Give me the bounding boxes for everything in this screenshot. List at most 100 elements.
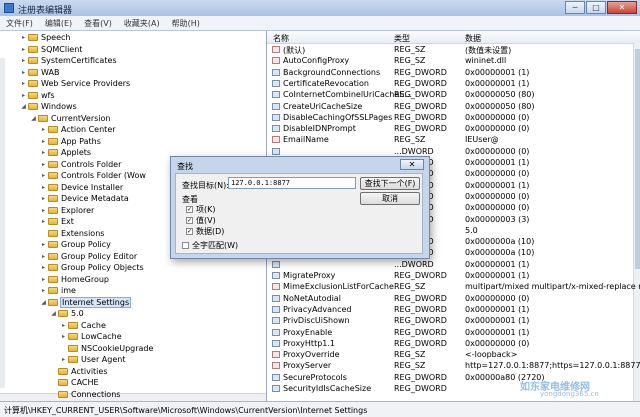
menu-file[interactable]: 文件(F) — [0, 16, 39, 30]
match-whole-string-checkbox[interactable]: 全字匹配(W) — [182, 241, 238, 250]
minimize-button[interactable]: ─ — [565, 1, 585, 14]
value-row[interactable]: ProxyOverride REG_SZ <-loopback> — [267, 349, 632, 360]
tree-expander-icon[interactable]: ▸ — [40, 161, 47, 168]
tree-node[interactable]: ▸ WAB — [20, 67, 59, 78]
tree-node[interactable]: ▸ Speech — [20, 32, 70, 43]
tree-node[interactable]: ◢ CurrentVersion — [30, 113, 110, 124]
tree-node[interactable]: ▸ ime — [40, 285, 76, 296]
tree-expander-icon[interactable]: ◢ — [20, 103, 27, 110]
tree-node[interactable]: ▸ SystemCertificates — [20, 55, 117, 66]
tree-expander-icon[interactable]: ▸ — [40, 287, 47, 294]
tree-node[interactable]: ▸ Device Metadata — [40, 193, 129, 204]
tree-node[interactable]: ▸ Controls Folder — [40, 159, 121, 170]
tree-expander-icon[interactable]: ▸ — [40, 276, 47, 283]
tree-node[interactable]: ▸ Device Installer — [40, 182, 123, 193]
tree-horizontal-scrollbar[interactable] — [0, 393, 266, 401]
values-checkbox[interactable]: ✓ 值(V) — [186, 216, 216, 225]
column-data[interactable]: 数据 — [465, 33, 481, 44]
tree-node[interactable]: ▸ Action Center — [40, 124, 116, 135]
tree-node[interactable]: ▸ Applets — [40, 147, 91, 158]
value-row[interactable]: ...DWORD 0x00000001 (1) — [267, 259, 632, 270]
value-row[interactable]: DisableIDNPrompt REG_DWORD 0x00000000 (0) — [267, 123, 632, 134]
find-what-input[interactable]: 127.0.0.1:8877 — [228, 177, 356, 189]
tree-expander-icon[interactable]: ▸ — [40, 184, 47, 191]
column-name[interactable]: 名称 — [273, 33, 289, 44]
tree-node[interactable]: ▸ Controls Folder (Wow — [40, 170, 146, 181]
value-row[interactable]: DisableCachingOfSSLPages REG_DWORD 0x00000… — [267, 112, 632, 123]
value-row[interactable]: PrivacyAdvanced REG_DWORD 0x00000001 (1) — [267, 304, 632, 315]
menu-help[interactable]: 帮助(H) — [166, 16, 206, 30]
tree-node[interactable]: ▸ User Agent — [60, 354, 125, 365]
value-row[interactable]: ProxyEnable REG_DWORD 0x00000001 (1) — [267, 327, 632, 338]
tree-node[interactable]: ▸ Group Policy — [40, 239, 111, 250]
value-row[interactable]: NoNetAutodial REG_DWORD 0x00000000 (0) — [267, 293, 632, 304]
tree-node[interactable]: ▸ Group Policy Editor — [40, 251, 137, 262]
tree-node[interactable]: ▸ HomeGroup — [40, 274, 109, 285]
menu-edit[interactable]: 编辑(E) — [39, 16, 78, 30]
value-row[interactable]: ProxyServer REG_SZ http=127.0.0.1:8877;htt… — [267, 360, 640, 371]
value-row[interactable]: MimeExclusionListForCache REG_SZ multipart… — [267, 281, 640, 292]
tree-node[interactable]: ▸ SQMClient — [20, 44, 82, 55]
find-dialog-close-button[interactable]: ✕ — [400, 159, 424, 170]
tree-expander-icon[interactable]: ◢ — [30, 115, 37, 122]
tree-expander-icon[interactable]: ▸ — [40, 264, 47, 271]
tree-expander-icon[interactable]: ▸ — [20, 92, 27, 99]
tree-expander-icon[interactable]: ▸ — [20, 69, 27, 76]
values-scrollbar[interactable] — [633, 43, 640, 401]
tree-scrollbar[interactable] — [0, 58, 5, 388]
tree-node[interactable]: ◢ Windows — [20, 101, 77, 112]
value-row[interactable]: MigrateProxy REG_DWORD 0x00000001 (1) — [267, 270, 632, 281]
tree-node[interactable]: ▸ Ext — [40, 216, 74, 227]
keys-checkbox[interactable]: ✓ 项(K) — [186, 205, 216, 214]
find-next-button[interactable]: 查找下一个(F) — [360, 177, 420, 190]
tree-node[interactable]: ▸ wfs — [20, 90, 55, 101]
tree-expander-icon[interactable]: ▸ — [60, 322, 67, 329]
tree-expander-icon[interactable]: ▸ — [20, 46, 27, 53]
value-row[interactable]: (默认) REG_SZ (数值未设置) — [267, 44, 632, 55]
close-button[interactable]: ✕ — [607, 1, 637, 14]
tree-node[interactable]: Connections — [50, 389, 120, 400]
tree-expander-icon[interactable]: ▸ — [40, 253, 47, 260]
tree-expander-icon[interactable]: ▸ — [40, 138, 47, 145]
tree-node[interactable]: Activities — [50, 366, 108, 377]
value-row[interactable]: CertificateRevocation REG_DWORD 0x00000001… — [267, 78, 632, 89]
tree-node[interactable]: NSCookieUpgrade — [60, 343, 153, 354]
menu-view[interactable]: 查看(V) — [78, 16, 118, 30]
tree-expander-icon[interactable]: ▸ — [20, 34, 27, 41]
tree-expander-icon[interactable]: ▸ — [40, 195, 47, 202]
column-type[interactable]: 类型 — [394, 33, 410, 44]
tree-expander-icon[interactable]: ▸ — [20, 57, 27, 64]
tree-node[interactable]: ▸ Web Service Providers — [20, 78, 130, 89]
tree-expander-icon[interactable]: ▸ — [60, 356, 67, 363]
value-row[interactable]: AutoConfigProxy REG_SZ wininet.dll — [267, 55, 632, 66]
tree-expander-icon[interactable]: ▸ — [20, 80, 27, 87]
tree-expander-icon[interactable]: ▸ — [40, 218, 47, 225]
menu-favorites[interactable]: 收藏夹(A) — [118, 16, 166, 30]
tree-expander-icon[interactable]: ▸ — [40, 172, 47, 179]
tree-expander-icon[interactable]: ◢ — [50, 310, 57, 317]
tree-expander-icon[interactable]: ◢ — [40, 299, 47, 306]
tree-expander-icon[interactable]: ▸ — [60, 333, 67, 340]
tree-expander-icon[interactable]: ▸ — [40, 207, 47, 214]
value-row[interactable]: CreateUriCacheSize REG_DWORD 0x00000050 (8… — [267, 101, 632, 112]
maximize-button[interactable]: □ — [586, 1, 606, 14]
value-row[interactable]: BackgroundConnections REG_DWORD 0x00000001… — [267, 67, 632, 78]
tree-node[interactable]: CACHE — [50, 377, 99, 388]
tree-expander-icon[interactable]: ▸ — [40, 149, 47, 156]
scroll-thumb[interactable] — [635, 49, 640, 269]
tree-expander-icon[interactable]: ▸ — [40, 126, 47, 133]
tree-node[interactable]: ◢ Internet Settings — [40, 296, 132, 308]
tree-node[interactable]: ▸ LowCache — [60, 331, 122, 342]
value-row[interactable]: ProxyHttp1.1 REG_DWORD 0x00000000 (0) — [267, 338, 632, 349]
value-row[interactable]: CoInternetCombinelUriCacheS... REG_DWORD 0… — [267, 89, 632, 100]
tree-expander-icon[interactable]: ▸ — [40, 241, 47, 248]
tree-node[interactable]: ▸ App Paths — [40, 136, 101, 147]
tree-node[interactable]: ▸ Cache — [60, 320, 106, 331]
tree-node[interactable]: ▸ Group Policy Objects — [40, 262, 144, 273]
cancel-button[interactable]: 取消 — [360, 192, 420, 205]
tree-node[interactable]: Extensions — [40, 228, 104, 239]
tree-node[interactable]: ▸ Explorer — [40, 205, 94, 216]
data-checkbox[interactable]: ✓ 数据(D) — [186, 227, 224, 236]
value-row[interactable]: PrivDiscUiShown REG_DWORD 0x00000001 (1) — [267, 315, 632, 326]
tree-node[interactable]: ◢ 5.0 — [50, 308, 84, 319]
